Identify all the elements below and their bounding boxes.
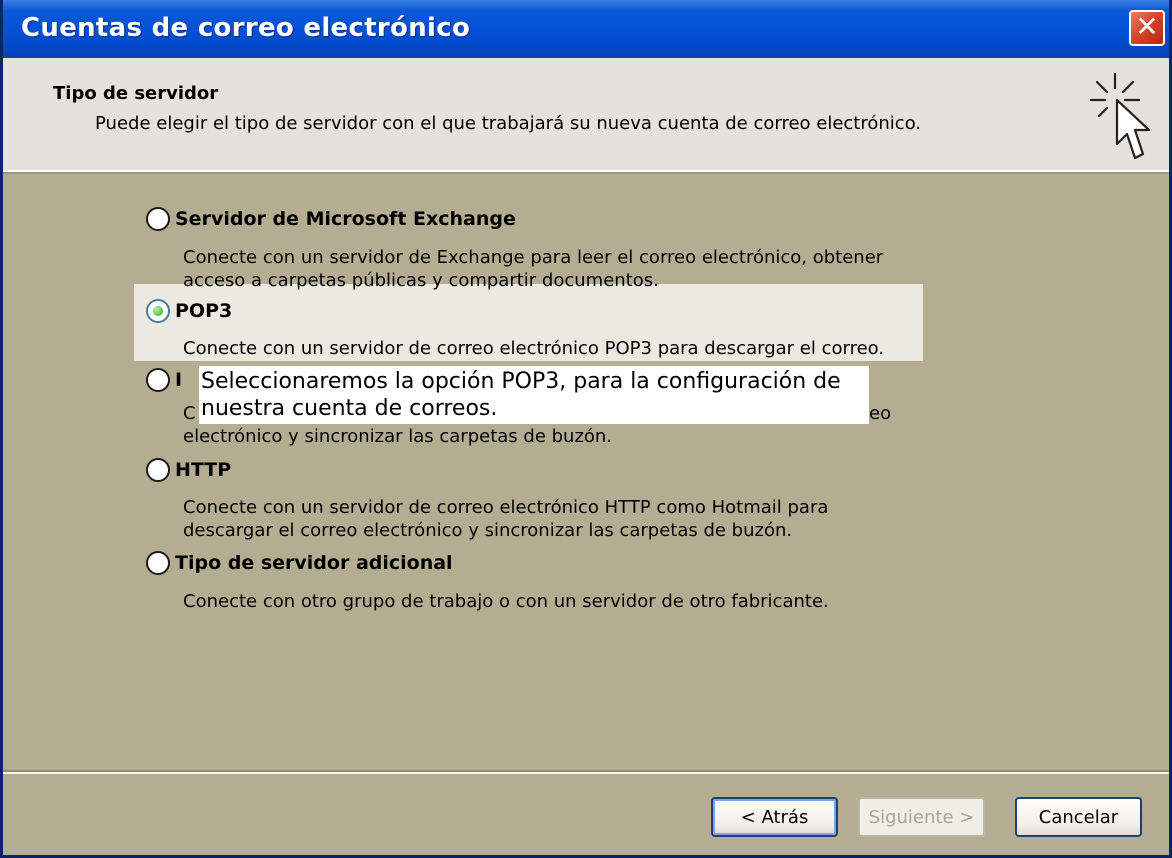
description-line: Conecte con un servidor de correo electr… — [183, 338, 885, 359]
option-exchange-description: Conecte con un servidor de Exchange para… — [183, 246, 883, 292]
option-http-label: HTTP — [175, 459, 232, 481]
option-exchange-label: Servidor de Microsoft Exchange — [175, 208, 516, 230]
option-pop3-description: Conecte con un servidor de correo electr… — [183, 337, 884, 360]
wizard-header: Tipo de servidor Puede elegir el tipo de… — [3, 58, 1169, 174]
annotation-line: Seleccionaremos la opción POP3, para la … — [201, 369, 841, 394]
radio-pop3[interactable] — [146, 299, 170, 323]
cancel-button[interactable]: Cancelar — [1015, 797, 1142, 837]
radio-imap[interactable] — [146, 368, 170, 392]
description-line: Conecte con un servidor de correo electr… — [183, 497, 829, 518]
close-button[interactable]: ✕ — [1129, 10, 1165, 46]
window-title: Cuentas de correo electrónico — [21, 13, 471, 43]
description-line: descargar el correo electrónico y sincro… — [183, 520, 793, 541]
footer-divider-highlight — [3, 772, 1169, 774]
email-accounts-dialog: Cuentas de correo electrónico ✕ Tipo de … — [0, 0, 1172, 858]
description-line: acceso a carpetas públicas y compartir d… — [183, 270, 659, 291]
option-imap-label: I — [175, 369, 183, 391]
radio-additional[interactable] — [146, 551, 170, 575]
radio-exchange[interactable] — [146, 207, 170, 231]
description-line: Conecte con otro grupo de trabajo o con … — [183, 591, 829, 612]
description-fragment: C — [183, 403, 196, 424]
option-http-description: Conecte con un servidor de correo electr… — [183, 496, 828, 542]
description-line: electrónico y sincronizar las carpetas d… — [183, 426, 613, 447]
annotation-line: nuestra cuenta de correos. — [201, 396, 498, 421]
description-line: Conecte con un servidor de Exchange para… — [183, 247, 884, 268]
wizard-cursor-icon — [1089, 72, 1151, 160]
option-additional-description: Conecte con otro grupo de trabajo o con … — [183, 590, 829, 613]
header-title: Tipo de servidor — [53, 83, 219, 104]
description-fragment: eo — [869, 403, 892, 424]
header-subtitle: Puede elegir el tipo de servidor con el … — [95, 113, 922, 134]
option-additional-label: Tipo de servidor adicional — [175, 552, 453, 574]
option-pop3-label: POP3 — [175, 300, 233, 322]
server-type-options: Servidor de Microsoft Exchange Conecte c… — [3, 170, 1169, 770]
option-additional[interactable]: Tipo de servidor adicional — [146, 547, 453, 579]
annotation-callout: Seleccionaremos la opción POP3, para la … — [199, 366, 869, 424]
title-bar[interactable]: Cuentas de correo electrónico ✕ — [3, 0, 1169, 58]
option-http[interactable]: HTTP — [146, 454, 231, 486]
option-imap[interactable]: I — [146, 364, 182, 396]
next-button[interactable]: Siguiente > — [858, 797, 985, 837]
radio-http[interactable] — [146, 458, 170, 482]
close-icon: ✕ — [1135, 10, 1159, 43]
option-pop3[interactable]: POP3 — [146, 295, 232, 327]
back-button[interactable]: < Atrás — [711, 797, 838, 837]
option-exchange[interactable]: Servidor de Microsoft Exchange — [146, 203, 516, 235]
